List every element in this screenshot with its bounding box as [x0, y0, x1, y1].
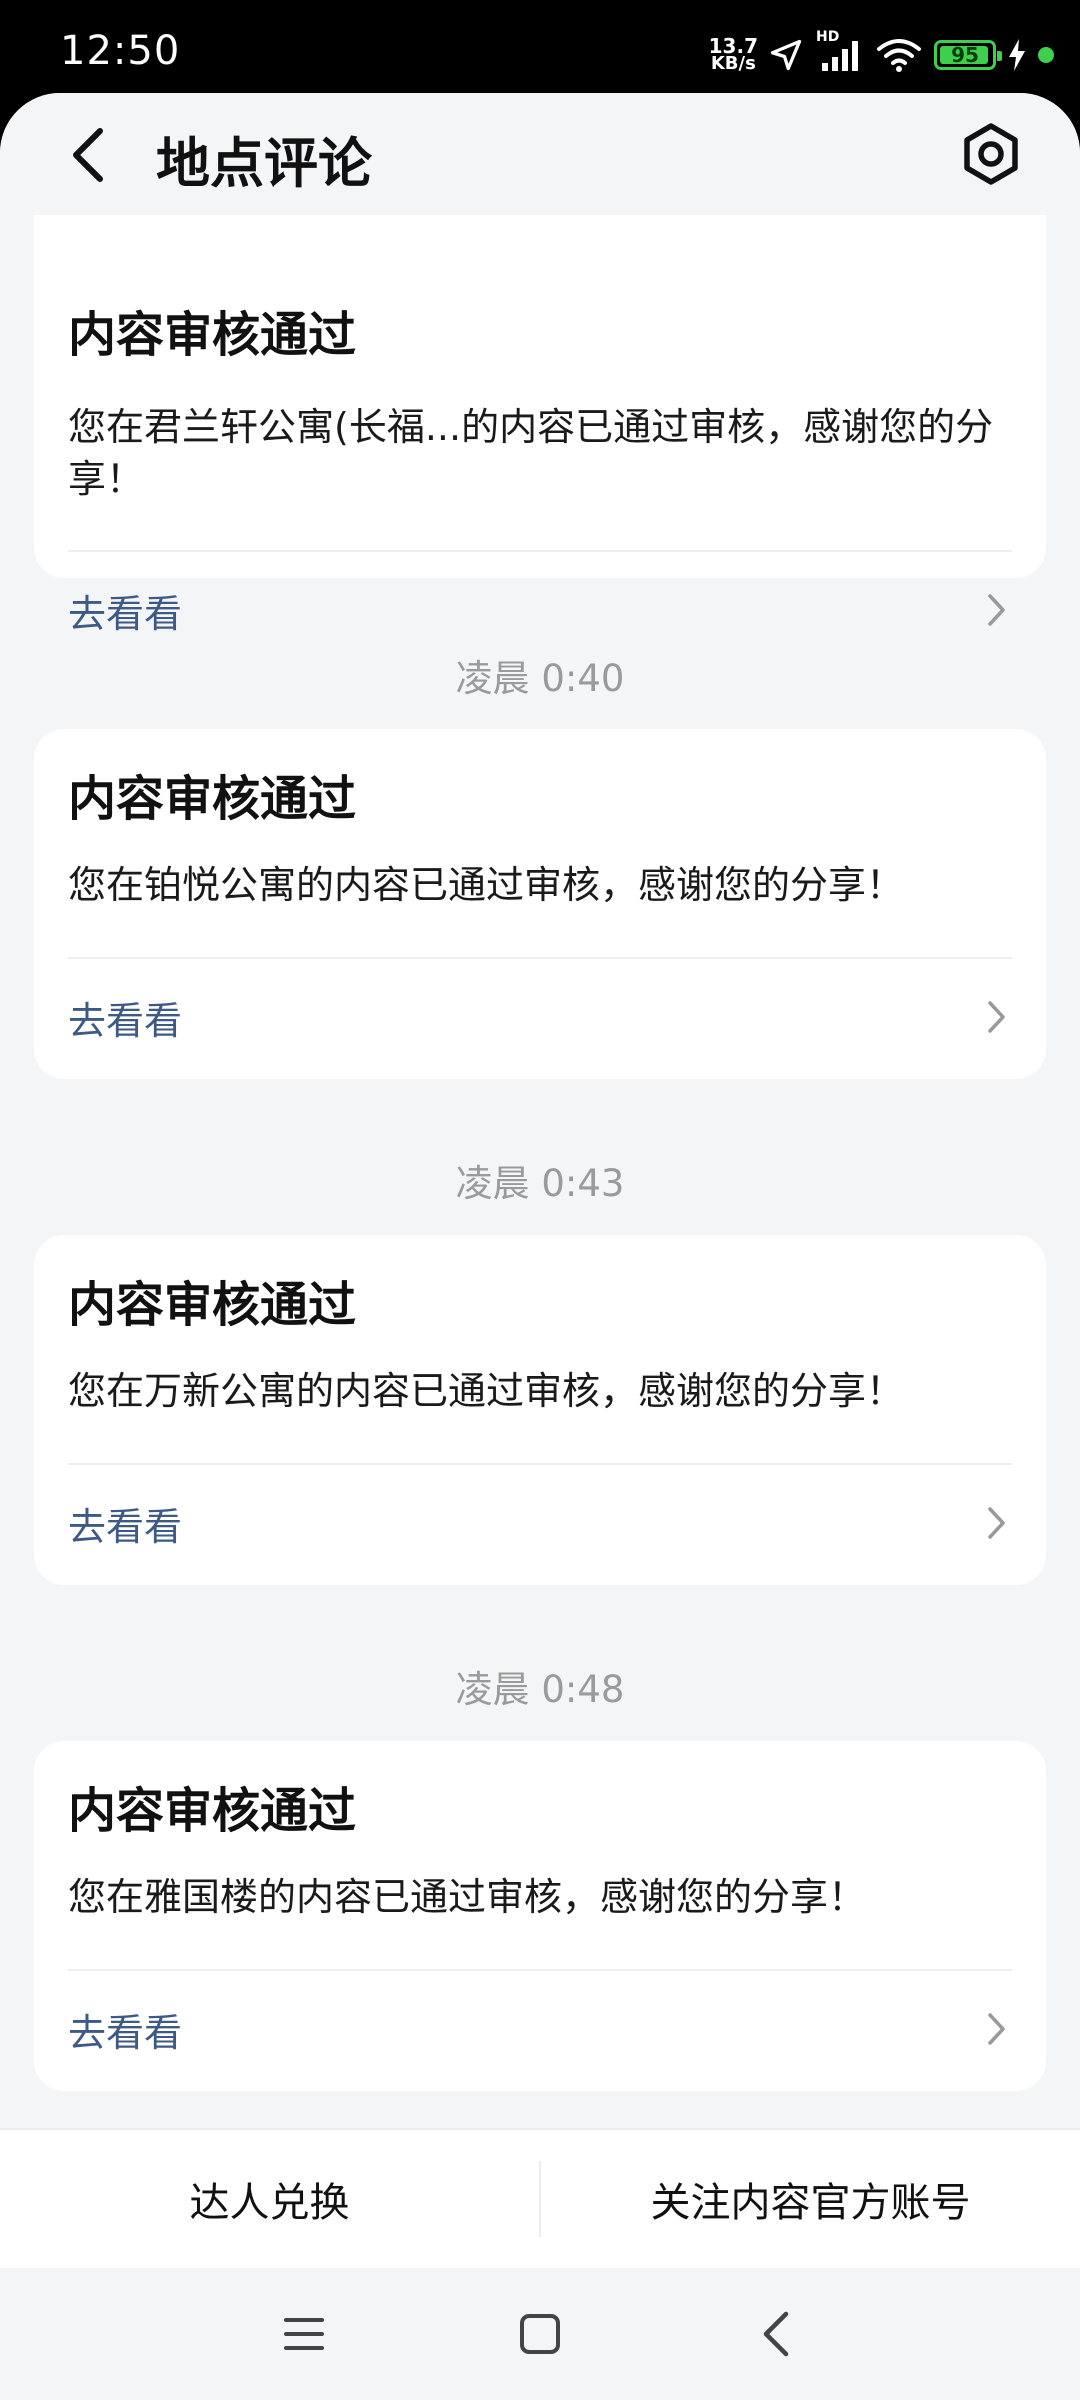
view-link-label: 去看看 — [68, 2010, 183, 2055]
network-speed: 13.7 KB/s — [709, 36, 758, 74]
card-title: 内容审核通过 — [68, 771, 357, 827]
message-timestamp: 凌晨 0:48 — [455, 1668, 625, 1711]
card-divider — [68, 1463, 1012, 1465]
message-card: 内容审核通过 您在万新公寓的内容已通过审核，感谢您的分享！ 去看看 — [34, 1235, 1046, 1585]
card-body: 您在雅国楼的内容已通过审核，感谢您的分享！ — [68, 1875, 867, 1919]
wifi-icon — [876, 37, 922, 73]
menu-button[interactable] — [274, 2304, 334, 2364]
card-divider — [68, 1969, 1012, 1971]
card-body: 您在君兰轩公寓(长福...的内容已通过审核，感谢您的分享！ — [68, 405, 994, 501]
menu-icon — [284, 2318, 324, 2350]
follow-official-account-button[interactable]: 关注内容官方账号 — [541, 2130, 1080, 2268]
status-bar: 12:50 13.7 KB/s HD 95 — [0, 0, 1080, 100]
card-divider — [68, 957, 1012, 959]
card-body: 您在万新公寓的内容已通过审核，感谢您的分享！ — [68, 1369, 905, 1413]
back-chevron-icon — [73, 128, 103, 182]
status-time: 12:50 — [60, 28, 181, 74]
message-card: 内容审核通过 您在铂悦公寓的内容已通过审核，感谢您的分享！ 去看看 — [34, 729, 1046, 1079]
settings-button[interactable] — [958, 121, 1024, 187]
app-screen: 内容审核通过 您在君兰轩公寓(长福...的内容已通过审核，感谢您的分享！ 去看看… — [0, 93, 1080, 2400]
battery-level: 95 — [951, 43, 979, 67]
message-timestamp: 凌晨 0:43 — [455, 1162, 625, 1205]
view-link[interactable]: 去看看 — [68, 565, 1012, 655]
card-title: 内容审核通过 — [68, 1277, 357, 1333]
chevron-right-icon — [982, 997, 1012, 1037]
card-body: 您在铂悦公寓的内容已通过审核，感谢您的分享！ — [68, 863, 905, 907]
system-nav-bar — [0, 2268, 1080, 2400]
message-card: 内容审核通过 您在雅国楼的内容已通过审核，感谢您的分享！ 去看看 — [34, 1741, 1046, 2091]
view-link-label: 去看看 — [68, 591, 183, 636]
bottom-action-bar: 达人兑换 关注内容官方账号 — [0, 2128, 1080, 2268]
status-icons: 13.7 KB/s HD 95 — [709, 29, 1054, 80]
chevron-right-icon — [982, 1503, 1012, 1543]
navigation-arrow-icon — [768, 37, 804, 73]
charging-bolt-icon — [1008, 39, 1026, 71]
card-divider — [68, 550, 1012, 552]
message-card: 内容审核通过 您在君兰轩公寓(长福...的内容已通过审核，感谢您的分享！ 去看看 — [34, 173, 1046, 636]
back-triangle-icon — [763, 2311, 789, 2357]
card-title: 内容审核通过 — [68, 1783, 357, 1839]
card-title: 内容审核通过 — [68, 307, 357, 363]
view-link-label: 去看看 — [68, 1504, 183, 1549]
chevron-right-icon — [982, 590, 1012, 630]
signal-icon: HD — [816, 29, 864, 73]
view-link[interactable]: 去看看 — [68, 1984, 1012, 2074]
home-square-icon — [520, 2314, 560, 2354]
battery-icon: 95 — [934, 40, 1002, 70]
network-type-label: HD — [816, 29, 840, 45]
network-speed-unit: KB/s — [710, 53, 756, 74]
privacy-indicator-dot — [1038, 47, 1054, 63]
message-timestamp: 凌晨 0:40 — [455, 657, 625, 700]
view-link-label: 去看看 — [68, 998, 183, 1043]
page-header: 地点评论 — [0, 93, 1080, 215]
back-button[interactable] — [58, 123, 118, 187]
view-link[interactable]: 去看看 — [68, 972, 1012, 1062]
chevron-right-icon — [982, 2009, 1012, 2049]
view-link[interactable]: 去看看 — [68, 1478, 1012, 1568]
page-title: 地点评论 — [156, 132, 372, 195]
expert-exchange-button[interactable]: 达人兑换 — [0, 2130, 539, 2268]
settings-hexagon-icon — [964, 123, 1018, 185]
system-back-button[interactable] — [746, 2304, 806, 2364]
home-button[interactable] — [510, 2304, 570, 2364]
